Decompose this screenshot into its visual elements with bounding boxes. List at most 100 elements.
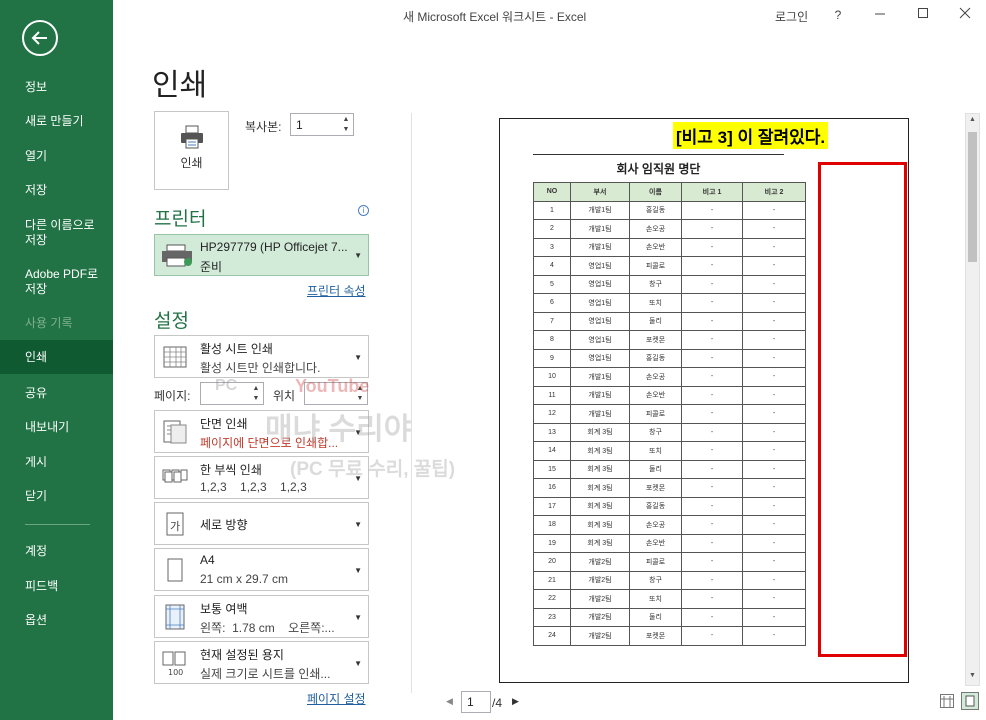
copies-label: 복사본: [245, 120, 282, 134]
nav-save-as[interactable]: 다른 이름으로 저장 [0, 218, 100, 248]
maximize-button[interactable] [914, 6, 932, 24]
table-cell: 개발1팀 [570, 200, 630, 220]
page-number-input[interactable]: 1 [461, 691, 491, 713]
nav-save-adobe-pdf[interactable]: Adobe PDF로 저장 [0, 267, 100, 297]
header-cell: 비고 1 [681, 182, 743, 202]
pages-to-stepper[interactable]: ▲ ▼ [304, 382, 368, 405]
printer-device-icon [162, 244, 192, 267]
copies-stepper[interactable]: 1 ▲ ▼ [290, 113, 354, 136]
table-cell: 6 [533, 293, 571, 313]
scaling-icon: 100 [162, 651, 186, 677]
back-button[interactable] [22, 20, 58, 56]
table-row: 24 개발2팀 포켓몬 - - [533, 626, 806, 646]
sheet-grid-icon [163, 346, 187, 368]
table-cell: 20 [533, 552, 571, 572]
collate-title: 한 부씩 인쇄 [200, 463, 262, 477]
collate-select[interactable]: 한 부씩 인쇄 1,2,3 1,2,3 1,2,3 ▼ [154, 456, 369, 499]
printer-select[interactable]: HP297779 (HP Officejet 7... 준비 ▼ [154, 234, 369, 276]
table-cell: - [681, 496, 743, 516]
close-button[interactable] [956, 6, 974, 24]
table-cell: - [681, 256, 743, 276]
table-cell: 또치 [629, 293, 682, 313]
table-cell: 회계 3팀 [570, 478, 630, 498]
copies-up-icon[interactable]: ▲ [341, 115, 351, 125]
chevron-down-icon: ▼ [354, 566, 362, 575]
printer-properties-link[interactable]: 프린터 속성 [307, 282, 366, 299]
table-cell: 12 [533, 404, 571, 424]
print-sides-select[interactable]: 단면 인쇄 페이지에 단면으로 인쇄합... ▼ [154, 410, 369, 453]
nav-account[interactable]: 계정 [0, 544, 113, 559]
nav-feedback[interactable]: 피드백 [0, 579, 113, 594]
table-cell: 회계 3팀 [570, 515, 630, 535]
info-icon[interactable]: i [358, 205, 369, 216]
table-cell: - [742, 496, 806, 516]
pane-divider [411, 113, 412, 693]
chevron-down-icon: ▼ [354, 251, 362, 260]
backstage-sidebar: 정보 새로 만들기 열기 저장 다른 이름으로 저장 Adobe PDF로 저장… [0, 0, 113, 720]
pages-from-up-icon[interactable]: ▲ [251, 384, 261, 394]
table-header-row: NO 부서 이름 비고 1 비고 2 [533, 182, 806, 202]
page-setup-link[interactable]: 페이지 설정 [307, 690, 366, 707]
table-body: 1 개발1팀 홍길동 - -2 개발1팀 손오공 - -3 개발1팀 손오반 - -4 영업1팀 피콜로 - -… [533, 200, 806, 646]
table-cell: - [681, 200, 743, 220]
scroll-up-icon[interactable]: ▲ [967, 116, 978, 127]
table-cell: 또치 [629, 589, 682, 609]
scroll-thumb[interactable] [968, 132, 977, 262]
table-cell: 3 [533, 237, 571, 257]
help-button[interactable]: ? [829, 6, 847, 24]
table-cell: - [742, 385, 806, 405]
table-cell: - [681, 459, 743, 479]
table-cell: - [742, 348, 806, 368]
nav-export[interactable]: 내보내기 [0, 420, 113, 435]
preview-scrollbar[interactable]: ▲ ▼ [965, 113, 980, 686]
login-link[interactable]: 로그인 [775, 8, 808, 25]
settings-heading: 설정 [154, 311, 189, 332]
scaling-sub: 실제 크기로 시트를 인쇄... [200, 667, 331, 681]
table-row: 22 개발2팀 또치 - - [533, 589, 806, 609]
nav-save[interactable]: 저장 [0, 183, 113, 198]
table-cell: - [742, 515, 806, 535]
paper-size-select[interactable]: A4 21 cm x 29.7 cm ▼ [154, 548, 369, 591]
title-bar: 새 Microsoft Excel 워크시트 - Excel 로그인 ? [113, 0, 986, 30]
minimize-button[interactable] [871, 6, 889, 24]
pages-to-up-icon[interactable]: ▲ [355, 384, 365, 394]
nav-open[interactable]: 열기 [0, 149, 113, 164]
table-cell: - [742, 330, 806, 350]
paper-sub: 21 cm x 29.7 cm [200, 572, 289, 586]
pages-from-down-icon[interactable]: ▼ [251, 394, 261, 404]
scaling-select[interactable]: 100 현재 설정된 용지 실제 크기로 시트를 인쇄... ▼ [154, 641, 369, 684]
zoom-to-page-button[interactable] [961, 692, 979, 710]
pages-from-stepper[interactable]: ▲ ▼ [200, 382, 264, 405]
table-cell: 영업1팀 [570, 311, 630, 331]
margins-select[interactable]: 보통 여백 왼쪽: 1.78 cm 오른쪽:... ▼ [154, 595, 369, 638]
copies-down-icon[interactable]: ▼ [341, 125, 351, 135]
svg-text:100: 100 [168, 668, 183, 677]
table-cell: - [742, 311, 806, 331]
orientation-select[interactable]: 가 세로 방향 ▼ [154, 502, 369, 545]
nav-options[interactable]: 옵션 [0, 613, 113, 628]
collate-sub: 1,2,3 1,2,3 1,2,3 [200, 480, 307, 494]
table-cell: - [681, 330, 743, 350]
nav-close[interactable]: 닫기 [0, 489, 113, 504]
nav-print[interactable]: 인쇄 [0, 340, 113, 374]
print-scope-select[interactable]: 활성 시트 인쇄 활성 시트만 인쇄합니다. ▼ [154, 335, 369, 378]
table-cell: 개발2팀 [570, 607, 630, 627]
nav-share[interactable]: 공유 [0, 386, 113, 401]
next-page-icon[interactable]: ▶ [512, 696, 519, 707]
nav-new[interactable]: 새로 만들기 [0, 114, 113, 129]
show-margins-button[interactable] [940, 694, 954, 708]
scroll-down-icon[interactable]: ▼ [967, 672, 978, 683]
nav-publish[interactable]: 게시 [0, 455, 113, 470]
nav-history: 사용 기록 [25, 316, 73, 330]
table-cell: 24 [533, 626, 571, 646]
copies-value: 1 [296, 118, 303, 132]
table-row: 10 개발1팀 손오공 - - [533, 367, 806, 387]
table-cell: - [681, 478, 743, 498]
print-button[interactable]: 인쇄 [154, 111, 229, 190]
table-cell: - [681, 552, 743, 572]
nav-info[interactable]: 정보 [0, 80, 113, 95]
prev-page-icon[interactable]: ◀ [446, 696, 453, 707]
pages-to-down-icon[interactable]: ▼ [355, 394, 365, 404]
pages-to-label: 위치 [273, 389, 296, 403]
table-cell: 개발2팀 [570, 626, 630, 646]
